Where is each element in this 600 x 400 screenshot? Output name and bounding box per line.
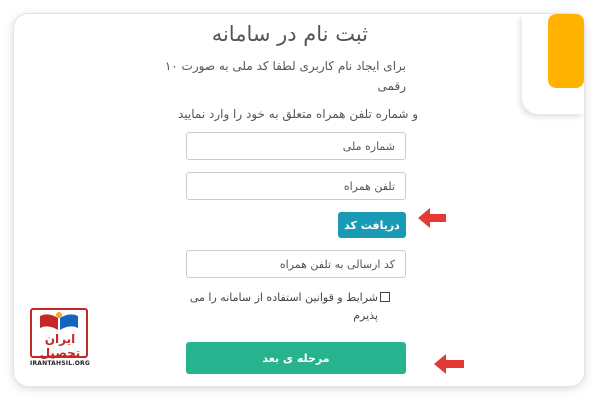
terms-label-line-2: پذیرم <box>353 309 378 322</box>
arrow-left-icon <box>418 208 446 228</box>
logo-name: ایران تحصیل <box>39 332 81 360</box>
page-title: ثبت نام در سامانه <box>211 22 368 46</box>
terms-label: شرایط و قوانین استفاده از سامانه را می پ… <box>186 289 378 325</box>
irantahsil-logo: ایران تحصیل IRANTAHSIL.ORG <box>24 306 96 372</box>
arrow-left-icon <box>434 354 464 374</box>
next-step-button[interactable]: مرحله ی بعد <box>186 342 406 374</box>
instruction-line-1: برای ایجاد نام کاربری لطفا کد ملی به صور… <box>164 59 406 73</box>
terms-label-line-1: شرایط و قوانین استفاده از سامانه را می <box>189 291 378 304</box>
sms-code-input[interactable] <box>186 250 406 278</box>
logo-url: IRANTAHSIL.ORG <box>30 360 90 367</box>
phone-input[interactable] <box>186 172 406 200</box>
orange-accent-tab <box>548 14 584 88</box>
get-code-button[interactable]: دریافت کد <box>338 212 406 238</box>
national-id-input[interactable] <box>186 132 406 160</box>
instruction-line-3: و شماره تلفن همراه متعلق به خود را وارد … <box>177 107 418 121</box>
logo-book-icon <box>40 312 78 330</box>
terms-checkbox[interactable] <box>380 292 390 302</box>
instruction-line-2: رقمی <box>377 79 406 93</box>
